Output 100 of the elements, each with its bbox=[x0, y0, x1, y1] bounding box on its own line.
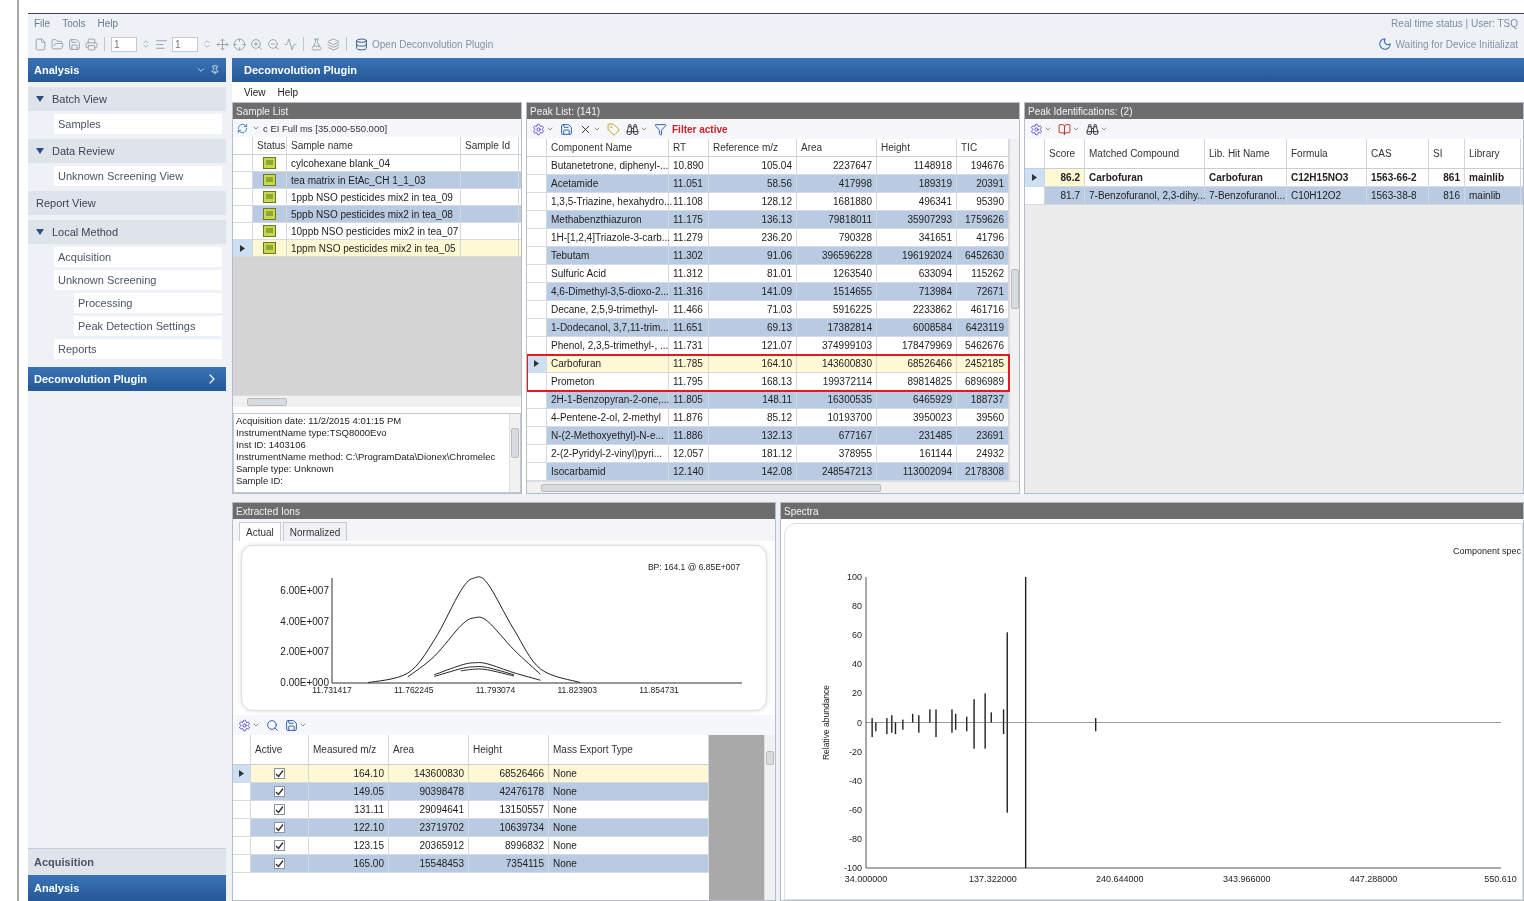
table-cell: 189319 bbox=[877, 175, 957, 192]
table-cell: 7-Benzofuranol... bbox=[1205, 187, 1287, 204]
table-cell: 417998 bbox=[797, 175, 877, 192]
table-cell: 142.08 bbox=[709, 463, 797, 480]
table-cell: 10.890 bbox=[669, 157, 709, 174]
table-cell: 178479969 bbox=[877, 337, 957, 354]
table-cell: 143600830 bbox=[389, 765, 469, 782]
table-cell: 6465929 bbox=[877, 391, 957, 408]
table-cell: 1148918 bbox=[877, 157, 957, 174]
table-cell: 136.13 bbox=[709, 211, 797, 228]
tick-label: 240.644000 bbox=[1096, 874, 1144, 884]
table-cell: 374999103 bbox=[797, 337, 877, 354]
table-cell: 11.051 bbox=[669, 175, 709, 192]
table-cell: 23719702 bbox=[389, 819, 469, 836]
table-cell: 8996832 bbox=[469, 837, 549, 854]
table-cell: 341651 bbox=[877, 229, 957, 246]
table-cell: 79818011 bbox=[797, 211, 877, 228]
tick-label: 80 bbox=[852, 601, 862, 612]
table-cell: 861 bbox=[1429, 169, 1465, 186]
table-cell: 11.175 bbox=[669, 211, 709, 228]
table-cell: Carbofuran bbox=[547, 355, 669, 372]
table-cell: 6008584 bbox=[877, 319, 957, 336]
table-cell: C10H12O2 bbox=[1287, 187, 1367, 204]
tick-label: 11.762245 bbox=[394, 685, 434, 695]
table-cell: 1514655 bbox=[797, 283, 877, 300]
table-cell: 81.7 bbox=[1045, 187, 1085, 204]
tick-label: 0.00E+000 bbox=[280, 677, 329, 688]
tick-label: 34.000000 bbox=[844, 874, 888, 884]
tick-label: -20 bbox=[849, 746, 862, 757]
table-cell: mainlib bbox=[1465, 187, 1521, 204]
nav-group-label: Local Method bbox=[52, 226, 119, 238]
nav-group-label: Batch View bbox=[52, 93, 107, 105]
table-cell: 196192024 bbox=[877, 247, 957, 264]
table-cell: 164.10 bbox=[309, 765, 389, 782]
table-cell: 10639734 bbox=[469, 819, 549, 836]
table-cell: Sulfuric Acid bbox=[547, 265, 669, 282]
tick-label: 11.823903 bbox=[557, 685, 598, 695]
sidebar-title: Analysis bbox=[34, 64, 81, 76]
tick-label: 40 bbox=[852, 659, 862, 670]
info-line: Inst ID: 1403106 bbox=[236, 439, 307, 451]
table-cell: N-(2-Methoxyethyl)-N-e... bbox=[547, 427, 669, 444]
table-cell: 1681880 bbox=[797, 193, 877, 210]
panel-title: Extracted Ions bbox=[233, 503, 775, 519]
table-cell: Isocarbamid bbox=[547, 463, 669, 480]
table-cell: 42476178 bbox=[469, 783, 549, 800]
tick-label: 2.00E+007 bbox=[280, 646, 329, 658]
table-cell: 1ppb NSO pesticides mix2 in tea_09 bbox=[287, 189, 461, 205]
tick-label: 60 bbox=[852, 630, 862, 641]
table-cell: 4,6-Dimethyl-3,5-dioxo-2... bbox=[547, 283, 669, 300]
table-cell: 2237647 bbox=[797, 157, 877, 174]
table-cell: 1263540 bbox=[797, 265, 877, 282]
table-cell: 6896989 bbox=[957, 373, 1009, 390]
table-cell: 11.651 bbox=[669, 319, 709, 336]
table-cell: 113002094 bbox=[877, 463, 957, 480]
table-cell: C12H15NO3 bbox=[1287, 169, 1367, 186]
table-cell: 1H-[1,2,4]Triazole-3-carb... bbox=[547, 229, 669, 246]
tick-label: 100 bbox=[846, 572, 862, 582]
table-cell: 2452185 bbox=[957, 355, 1009, 372]
table-cell: 181.12 bbox=[709, 445, 797, 462]
table-cell: 11.795 bbox=[669, 373, 709, 390]
table-cell: 81.01 bbox=[709, 265, 797, 282]
table-cell: 2233862 bbox=[877, 301, 957, 318]
table-cell: 713984 bbox=[877, 283, 957, 300]
table-cell: 131.11 bbox=[309, 801, 389, 818]
tick-label: 20 bbox=[852, 688, 862, 699]
table-cell: 5916225 bbox=[797, 301, 877, 318]
table-cell: 149.05 bbox=[309, 783, 389, 800]
nav-group-label: Data Review bbox=[52, 145, 115, 157]
table-cell: Carbofuran bbox=[1085, 169, 1205, 186]
plugin-title: Deconvolution Plugin bbox=[244, 64, 359, 76]
table-cell: 1ppm NSO pesticides mix2 in tea_05 bbox=[287, 240, 461, 256]
table-cell: 7354115 bbox=[469, 855, 549, 872]
table-cell: 7-Benzofuranol, 2,3-dihy... bbox=[1085, 187, 1205, 204]
base-peak-label: BP: 164.1 @ 6.85E+007 bbox=[647, 562, 740, 572]
nav-group-label: Report View bbox=[36, 197, 96, 209]
table-cell: 105.04 bbox=[709, 157, 797, 174]
table-cell: 10193700 bbox=[797, 409, 877, 426]
table-cell: 11.312 bbox=[669, 265, 709, 282]
table-cell: 4-Pentene-2-ol, 2-methyl bbox=[547, 409, 669, 426]
table-cell: 2-(2-Pyridyl-2-vinyl)pyri... bbox=[547, 445, 669, 462]
table-cell: 89814825 bbox=[877, 373, 957, 390]
info-line: Sample type: Unknown bbox=[236, 463, 335, 475]
table-cell: 69.13 bbox=[709, 319, 797, 336]
table-cell: 161144 bbox=[877, 445, 957, 462]
table-cell: 396596228 bbox=[797, 247, 877, 264]
tick-label: -100 bbox=[844, 863, 862, 873]
table-cell: 5ppb NSO pesticides mix2 in tea_08 bbox=[287, 206, 461, 222]
filter-status: Filter active bbox=[672, 123, 728, 135]
table-cell: 11.316 bbox=[669, 283, 709, 300]
device-status-text: Waiting for Device Initializat bbox=[1395, 38, 1518, 50]
tick-label: 0 bbox=[857, 717, 862, 728]
table-cell: 15548453 bbox=[389, 855, 469, 872]
panel-title: Peak Identifications: (2) bbox=[1025, 103, 1523, 119]
table-cell: 91.06 bbox=[709, 247, 797, 264]
table-cell: 121.07 bbox=[709, 337, 797, 354]
tick-label: -80 bbox=[849, 833, 862, 844]
table-cell: 128.12 bbox=[709, 193, 797, 210]
table-cell: 13150557 bbox=[469, 801, 549, 818]
info-line: Acquisition date: 11/2/2015 4:01:15 PM bbox=[236, 415, 403, 427]
table-cell: 790328 bbox=[797, 229, 877, 246]
